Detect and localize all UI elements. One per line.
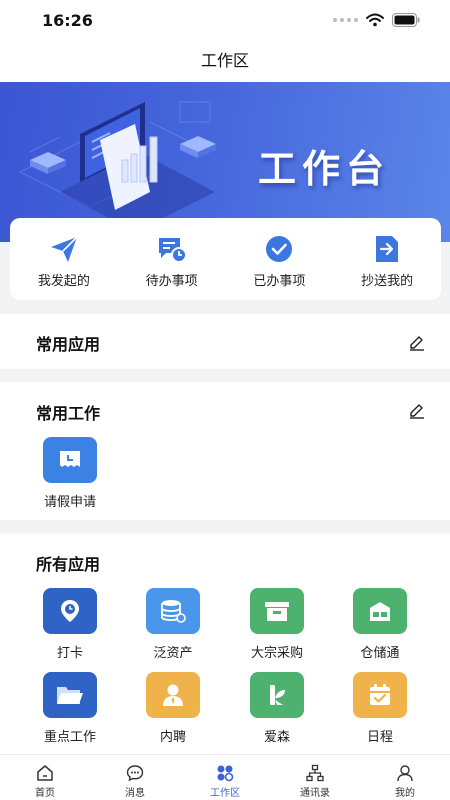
profile-icon (397, 765, 413, 782)
quick-action-todo[interactable]: 待办事项 (118, 218, 226, 300)
quick-action-cc[interactable]: 抄送我的 (333, 218, 441, 300)
section-title: 常用应用 (36, 335, 101, 354)
bottom-tab-bar: 首页 消息 工作区 通讯录 我的 (0, 754, 450, 800)
all-apps-section: 所有应用 打卡 泛资产 大宗采购 仓储通 重点工作 内聘 爱森 日程 (0, 533, 450, 754)
tab-contacts[interactable]: 通讯录 (270, 755, 360, 800)
app-aisen[interactable]: 爱森 (237, 672, 317, 745)
status-icons (333, 13, 420, 27)
app-clock-in[interactable]: 打卡 (30, 588, 110, 661)
internal-hire-icon (146, 672, 200, 718)
app-assets[interactable]: 泛资产 (133, 588, 213, 661)
status-time: 16:26 (42, 11, 93, 30)
edit-pencil-icon[interactable] (408, 401, 426, 419)
warehouse-icon (353, 588, 407, 634)
tab-label: 通讯录 (300, 788, 330, 799)
forward-doc-icon (376, 236, 399, 262)
app-label: 大宗采购 (250, 646, 303, 661)
app-label: 仓储通 (360, 646, 400, 661)
folder-icon (43, 672, 97, 718)
edit-pencil-icon[interactable] (408, 333, 426, 351)
signal-dots-icon (333, 18, 358, 22)
app-key-work[interactable]: 重点工作 (30, 672, 110, 745)
status-bar: 16:26 (0, 0, 450, 44)
quick-action-label: 我发起的 (37, 274, 90, 289)
page-title: 工作区 (200, 51, 249, 70)
nav-bar: 工作区 (0, 44, 450, 82)
quick-action-done[interactable]: 已办事项 (226, 218, 334, 300)
app-calendar[interactable]: 日程 (340, 672, 420, 745)
leave-request-icon (43, 437, 97, 483)
calendar-icon (353, 672, 407, 718)
section-title: 常用工作 (36, 404, 101, 423)
wifi-icon (366, 13, 384, 27)
tab-home[interactable]: 首页 (0, 755, 90, 800)
app-procurement[interactable]: 大宗采购 (237, 588, 317, 661)
tab-label: 工作区 (210, 788, 240, 799)
procurement-icon (250, 588, 304, 634)
contacts-icon (306, 764, 324, 782)
tab-workspace[interactable]: 工作区 (180, 755, 270, 800)
workspace-icon (217, 765, 234, 782)
quick-action-label: 已办事项 (253, 274, 306, 289)
tab-messages[interactable]: 消息 (90, 755, 180, 800)
app-label: 爱森 (263, 730, 290, 745)
clock-in-icon (43, 588, 97, 634)
battery-icon (392, 13, 420, 27)
pending-clock-icon (158, 238, 187, 263)
app-label: 打卡 (56, 646, 83, 661)
app-label: 日程 (366, 730, 393, 745)
tab-label: 消息 (125, 788, 145, 799)
banner-title: 工作台 (258, 147, 391, 191)
tab-label: 我的 (395, 788, 415, 799)
message-icon (126, 765, 144, 782)
section-title: 所有应用 (36, 555, 101, 574)
app-leave-request[interactable]: 请假申请 (30, 437, 110, 510)
app-internal-hire[interactable]: 内聘 (133, 672, 213, 745)
aisen-icon (250, 672, 304, 718)
assets-icon (146, 588, 200, 634)
paper-plane-icon (50, 236, 78, 262)
home-icon (37, 765, 53, 781)
tab-profile[interactable]: 我的 (360, 755, 450, 800)
quick-action-initiated[interactable]: 我发起的 (10, 218, 118, 300)
tab-label: 首页 (35, 788, 55, 799)
common-work-section: 常用工作 请假申请 (0, 382, 450, 520)
common-apps-section: 常用应用 (0, 314, 450, 369)
app-warehouse[interactable]: 仓储通 (340, 588, 420, 661)
quick-action-label: 待办事项 (145, 274, 198, 289)
app-label: 请假申请 (43, 495, 96, 510)
app-label: 内聘 (159, 730, 186, 745)
app-label: 泛资产 (153, 646, 193, 661)
quick-actions-card: 我发起的 待办事项 已办事项 抄送我的 (10, 218, 441, 300)
app-label: 重点工作 (43, 730, 96, 745)
check-circle-icon (266, 236, 293, 262)
quick-action-label: 抄送我的 (361, 274, 414, 289)
